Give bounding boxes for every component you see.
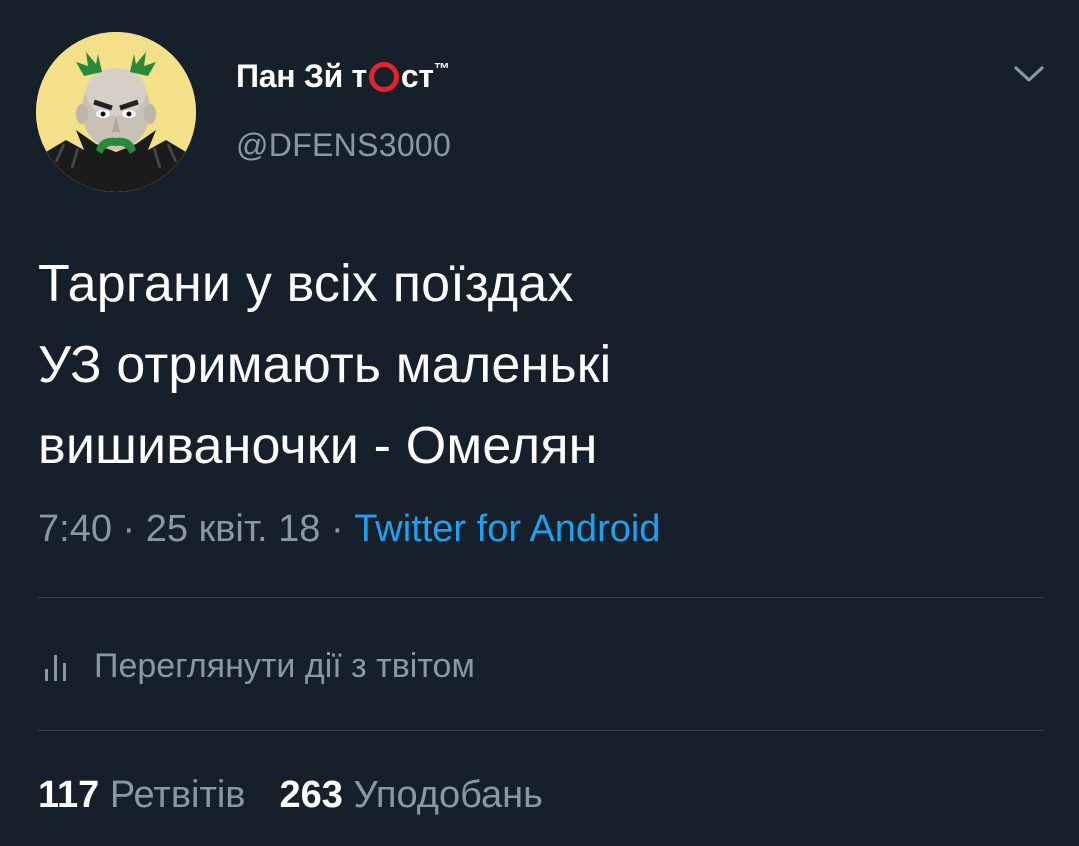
author-handle[interactable]: @DFENS3000 xyxy=(236,127,451,164)
tweet-time: 7:40 xyxy=(38,508,112,550)
likes-label: Уподобань xyxy=(342,774,543,816)
chevron-down-icon xyxy=(1014,66,1044,82)
author-name-part2: ст xyxy=(400,57,434,94)
tweet-text-line: УЗ отримають маленькі xyxy=(38,336,612,394)
bar-chart-icon xyxy=(45,655,66,681)
tweet-stats: 117 Ретвітів 263 Уподобань xyxy=(38,774,543,817)
avatar[interactable] xyxy=(36,32,196,192)
trademark-mark: ™ xyxy=(433,61,450,78)
divider xyxy=(38,730,1044,731)
tweet-meta: 7:40 · 25 квіт. 18 · Twitter for Android xyxy=(38,508,660,551)
tweet-text-line: вишиваночки - Омелян xyxy=(38,417,598,475)
likes-stat[interactable]: 263 Уподобань xyxy=(280,774,543,816)
retweets-stat[interactable]: 117 Ретвітів xyxy=(38,774,246,816)
view-tweet-activity-button[interactable]: Переглянути дії з твітом xyxy=(44,644,475,688)
tweet-menu-button[interactable] xyxy=(1012,62,1046,86)
author-name-part1: Пан Зй т xyxy=(236,57,367,94)
tweet-detail: Пан Зй т ст ™ @DFENS3000 Таргани у всіх по… xyxy=(0,0,1079,846)
retweets-count: 117 xyxy=(38,774,100,816)
retweets-label: Ретвітів xyxy=(99,774,246,816)
red-circle-icon xyxy=(368,62,399,92)
likes-count: 263 xyxy=(279,774,343,816)
divider xyxy=(38,597,1044,598)
tweet-text: Таргани у всіх поїздах УЗ отримають мале… xyxy=(38,244,1038,487)
meta-separator: · xyxy=(111,508,146,550)
tweet-source-link[interactable]: Twitter for Android xyxy=(354,508,660,550)
avatar-cartoon-face-icon xyxy=(36,32,196,192)
author-name[interactable]: Пан Зй т ст ™ xyxy=(236,54,450,98)
tweet-text-line: Таргани у всіх поїздах xyxy=(38,255,574,313)
view-tweet-activity-label: Переглянути дії з твітом xyxy=(94,646,475,685)
tweet-date: 25 квіт. 18 xyxy=(145,508,321,550)
meta-separator: · xyxy=(320,508,355,550)
